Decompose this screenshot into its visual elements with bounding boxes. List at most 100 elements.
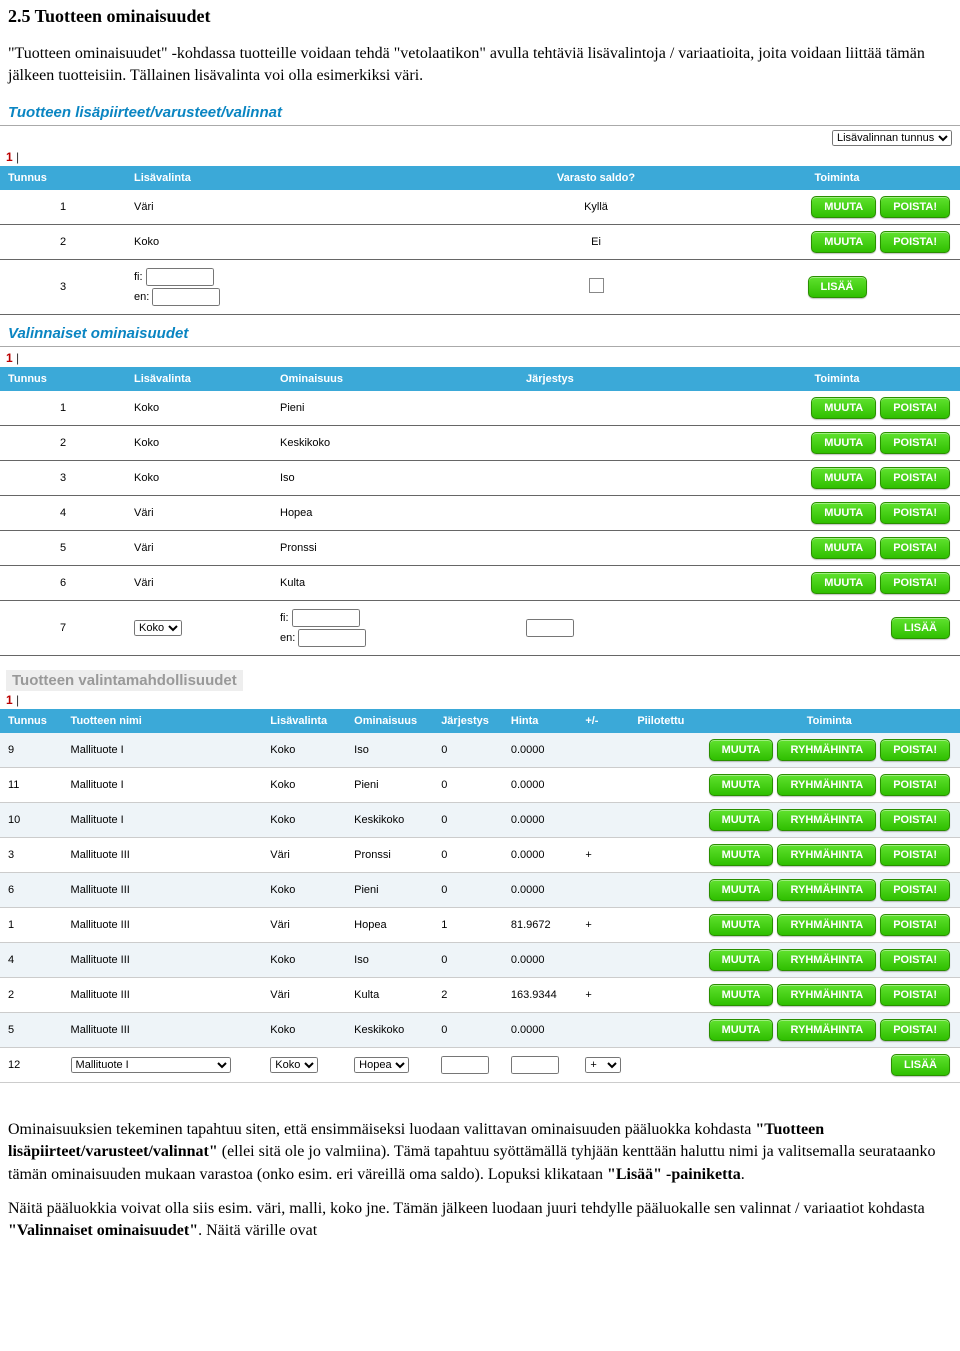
poista-button[interactable]: POISTA! [880, 949, 950, 971]
col-jarjestys2: Järjestys [518, 367, 714, 391]
table-row: 3KokoIsoMUUTAPOISTA! [0, 460, 960, 495]
page-heading: 2.5 Tuotteen ominaisuudet [0, 0, 960, 37]
lang-fi-input[interactable] [292, 609, 360, 627]
col-toiminta3: Toiminta [699, 709, 960, 733]
muuta-button[interactable]: MUUTA [811, 502, 876, 524]
table-row: 4VäriHopeaMUUTAPOISTA! [0, 495, 960, 530]
poista-button[interactable]: POISTA! [880, 809, 950, 831]
poista-button[interactable]: POISTA! [880, 572, 950, 594]
table-row: 6Mallituote IIIKokoPieni00.0000MUUTARYHM… [0, 872, 960, 907]
pm-select[interactable]: + [585, 1057, 621, 1073]
lv-select[interactable]: Koko [270, 1057, 318, 1073]
muuta-button[interactable]: MUUTA [709, 1019, 774, 1041]
col-lv3: Lisävalinta [262, 709, 346, 733]
col-tunnus3: Tunnus [0, 709, 63, 733]
muuta-button[interactable]: MUUTA [811, 196, 876, 218]
col-ominaisuus2: Ominaisuus [272, 367, 518, 391]
table-row: 11Mallituote IKokoPieni00.0000MUUTARYHMÄ… [0, 767, 960, 802]
ryhmahinta-button[interactable]: RYHMÄHINTA [777, 844, 876, 866]
muuta-button[interactable]: MUUTA [709, 809, 774, 831]
poista-button[interactable]: POISTA! [880, 502, 950, 524]
table-row: 1VäriKylläMUUTAPOISTA! [0, 190, 960, 225]
ryhmahinta-button[interactable]: RYHMÄHINTA [777, 914, 876, 936]
stock-checkbox[interactable] [589, 278, 604, 293]
section2-table: Tunnus Lisävalinta Ominaisuus Järjestys … [0, 367, 960, 656]
hinta-input[interactable] [511, 1056, 559, 1074]
ryhmahinta-button[interactable]: RYHMÄHINTA [777, 949, 876, 971]
ryhmahinta-button[interactable]: RYHMÄHINTA [777, 879, 876, 901]
prod-select[interactable]: Mallituote I [71, 1057, 231, 1073]
col-tunnus: Tunnus [0, 166, 126, 190]
table-row: 3Mallituote IIIVäriPronssi00.0000+MUUTAR… [0, 837, 960, 872]
poista-button[interactable]: POISTA! [880, 432, 950, 454]
col-j3: Järjestys [433, 709, 503, 733]
muuta-button[interactable]: MUUTA [709, 844, 774, 866]
poista-button[interactable]: POISTA! [880, 774, 950, 796]
sort-select[interactable]: Lisävalinnan tunnus [832, 130, 952, 146]
muuta-button[interactable]: MUUTA [709, 774, 774, 796]
col-toiminta2: Toiminta [714, 367, 960, 391]
muuta-button[interactable]: MUUTA [709, 879, 774, 901]
poista-button[interactable]: POISTA! [880, 537, 950, 559]
table-row: 6VäriKultaMUUTAPOISTA! [0, 565, 960, 600]
ryhmahinta-button[interactable]: RYHMÄHINTA [777, 774, 876, 796]
lang-en-label: en: [280, 632, 295, 644]
table-row: 2KokoKeskikokoMUUTAPOISTA! [0, 425, 960, 460]
section3-page: 1 | [0, 691, 960, 709]
poista-button[interactable]: POISTA! [880, 1019, 950, 1041]
muuta-button[interactable]: MUUTA [811, 572, 876, 594]
poista-button[interactable]: POISTA! [880, 467, 950, 489]
muuta-button[interactable]: MUUTA [709, 949, 774, 971]
ryhmahinta-button[interactable]: RYHMÄHINTA [777, 809, 876, 831]
muuta-button[interactable]: MUUTA [709, 739, 774, 761]
poista-button[interactable]: POISTA! [880, 914, 950, 936]
poista-button[interactable]: POISTA! [880, 844, 950, 866]
muuta-button[interactable]: MUUTA [709, 914, 774, 936]
section3-table: Tunnus Tuotteen nimi Lisävalinta Ominais… [0, 709, 960, 1083]
lisaa-button[interactable]: LISÄÄ [891, 1054, 950, 1076]
table-row: 4Mallituote IIIKokoIso00.0000MUUTARYHMÄH… [0, 942, 960, 977]
poista-button[interactable]: POISTA! [880, 879, 950, 901]
section1-table: Tunnus Lisävalinta Varasto saldo? Toimin… [0, 166, 960, 315]
table-row: 1Mallituote IIIVäriHopea181.9672+MUUTARY… [0, 907, 960, 942]
lang-en-input[interactable] [298, 629, 366, 647]
col-piil3: Piilotettu [629, 709, 698, 733]
poista-button[interactable]: POISTA! [880, 984, 950, 1006]
ryhmahinta-button[interactable]: RYHMÄHINTA [777, 984, 876, 1006]
poista-button[interactable]: POISTA! [880, 231, 950, 253]
table-row: 2Mallituote IIIVäriKulta2163.9344+MUUTAR… [0, 977, 960, 1012]
col-pm3: +/- [577, 709, 629, 733]
col-nimi3: Tuotteen nimi [63, 709, 263, 733]
jarjestys-input[interactable] [441, 1056, 489, 1074]
lang-en-input[interactable] [152, 288, 220, 306]
ryhmahinta-button[interactable]: RYHMÄHINTA [777, 739, 876, 761]
section1-page: 1 | [0, 148, 960, 166]
col-tunnus2: Tunnus [0, 367, 126, 391]
jarjestys-input[interactable] [526, 619, 574, 637]
lang-fi-input[interactable] [146, 268, 214, 286]
muuta-button[interactable]: MUUTA [811, 432, 876, 454]
lv-select[interactable]: Koko [134, 620, 182, 636]
ryhmahinta-button[interactable]: RYHMÄHINTA [777, 1019, 876, 1041]
muuta-button[interactable]: MUUTA [709, 984, 774, 1006]
lang-en-label: en: [134, 291, 149, 303]
section2-title: Valinnaiset ominaisuudet [0, 315, 960, 347]
table-row: 9Mallituote IKokoIso00.0000MUUTARYHMÄHIN… [0, 733, 960, 768]
muuta-button[interactable]: MUUTA [811, 231, 876, 253]
om-select[interactable]: Hopea [354, 1057, 409, 1073]
muuta-button[interactable]: MUUTA [811, 537, 876, 559]
poista-button[interactable]: POISTA! [880, 196, 950, 218]
poista-button[interactable]: POISTA! [880, 739, 950, 761]
col-lisavalinta2: Lisävalinta [126, 367, 272, 391]
muuta-button[interactable]: MUUTA [811, 467, 876, 489]
table-row: 5Mallituote IIIKokoKeskikoko00.0000MUUTA… [0, 1012, 960, 1047]
lisaa-button[interactable]: LISÄÄ [891, 617, 950, 639]
table-row: 2KokoEiMUUTAPOISTA! [0, 224, 960, 259]
col-toiminta: Toiminta [714, 166, 960, 190]
poista-button[interactable]: POISTA! [880, 397, 950, 419]
lisaa-button[interactable]: LISÄÄ [808, 276, 867, 298]
section1-title: Tuotteen lisäpiirteet/varusteet/valinnat [0, 94, 960, 126]
new-row: 3fi: en: LISÄÄ [0, 259, 960, 314]
muuta-button[interactable]: MUUTA [811, 397, 876, 419]
col-lisavalinta: Lisävalinta [126, 166, 478, 190]
